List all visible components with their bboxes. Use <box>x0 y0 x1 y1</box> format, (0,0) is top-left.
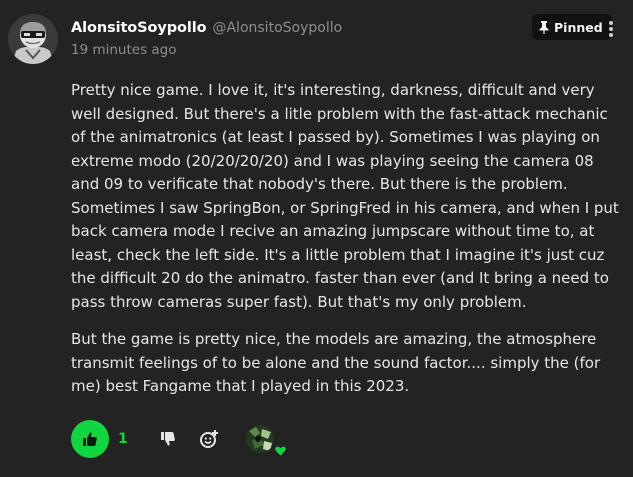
comment-timestamp[interactable]: 19 minutes ago <box>71 42 342 58</box>
creator-avatar <box>246 425 274 453</box>
add-emoji-icon <box>200 430 218 448</box>
more-dot-icon <box>609 33 613 37</box>
comment-body: Pretty nice game. I love it, it's intere… <box>71 79 619 399</box>
comment-header: AlonsitoSoypollo @AlonsitoSoypollo 19 mi… <box>71 20 342 58</box>
dislike-button[interactable] <box>156 427 180 451</box>
comment-actions: 1 <box>71 420 221 458</box>
thumbs-down-icon <box>161 432 175 446</box>
pinned-label: Pinned <box>554 19 603 35</box>
thumbs-up-icon <box>83 432 97 446</box>
author-avatar[interactable] <box>8 14 58 64</box>
pin-icon <box>539 20 549 34</box>
pinned-badge: Pinned <box>532 14 612 40</box>
add-reaction-button[interactable] <box>197 427 221 451</box>
like-button[interactable] <box>71 420 109 458</box>
comment-paragraph: But the game is pretty nice, the models … <box>71 330 601 395</box>
like-count: 1 <box>118 431 128 447</box>
more-dot-icon <box>609 21 613 25</box>
comment-paragraph: Pretty nice game. I love it, it's intere… <box>71 81 619 311</box>
more-options-button[interactable] <box>604 18 618 40</box>
author-row: AlonsitoSoypollo @AlonsitoSoypollo <box>71 20 342 36</box>
heart-icon <box>275 446 286 456</box>
creator-avatar-icon <box>246 425 274 453</box>
author-handle[interactable]: @AlonsitoSoypollo <box>212 20 342 36</box>
more-dot-icon <box>609 27 613 31</box>
author-username[interactable]: AlonsitoSoypollo <box>71 20 207 36</box>
masked-character-avatar-icon <box>8 14 58 64</box>
